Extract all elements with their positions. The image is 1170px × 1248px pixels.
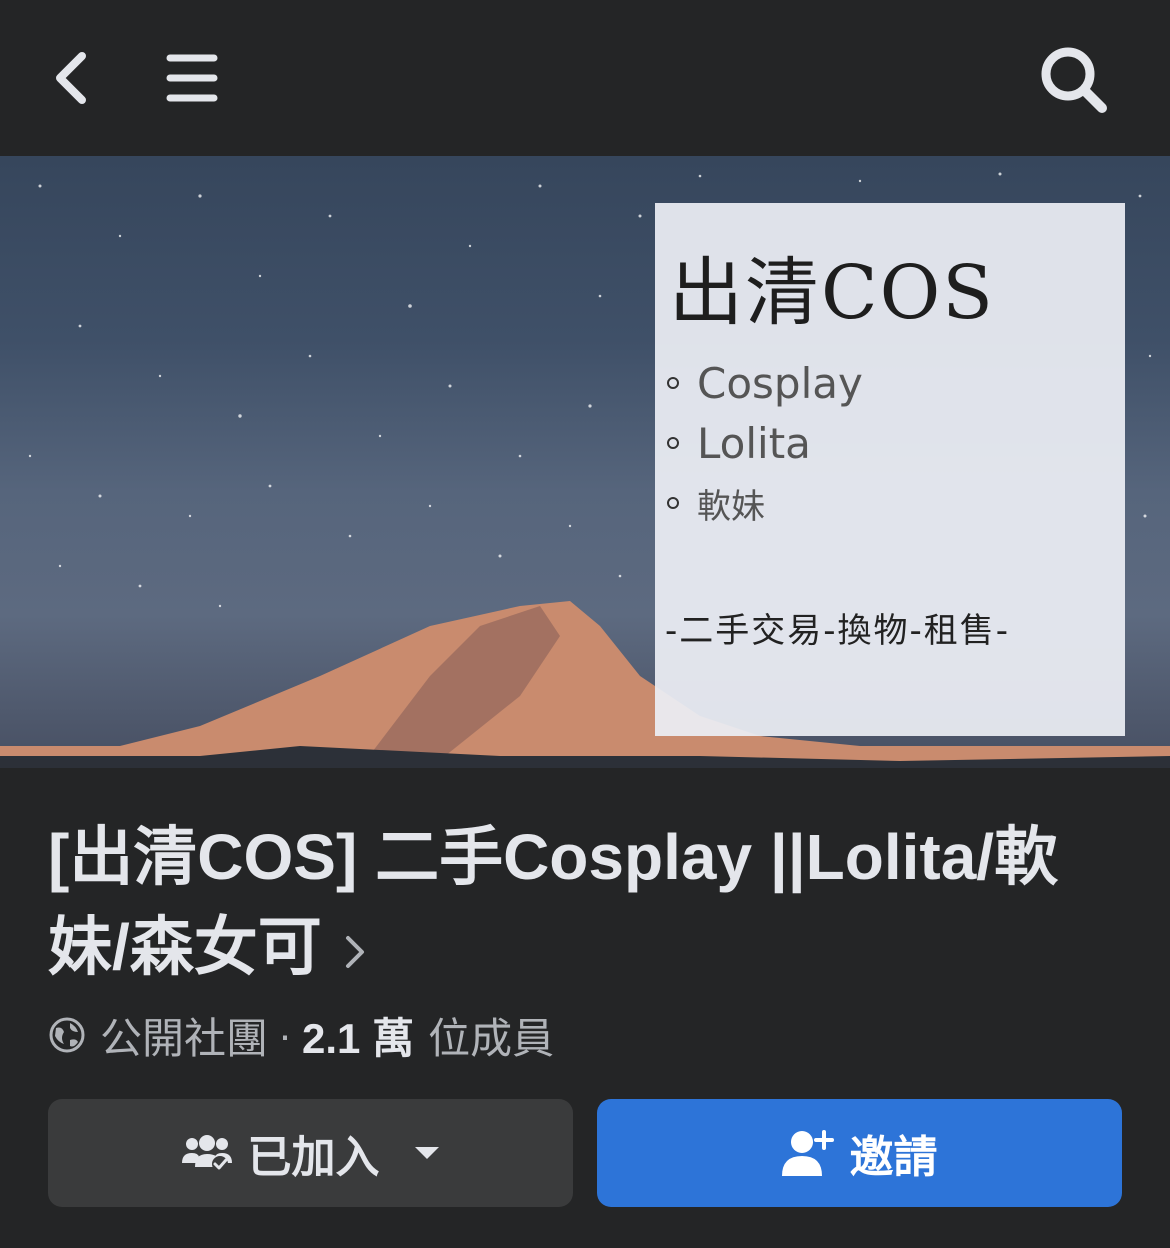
bullet-icon (667, 377, 679, 389)
group-cover-photo[interactable]: 出清COS Cosplay Lolita 軟妹 -二手交易-換物-租售- (0, 156, 1170, 768)
privacy-label: 公開社團 (100, 1014, 269, 1062)
member-suffix: 位成員 (428, 1014, 555, 1062)
globe-icon (49, 1017, 85, 1053)
chevron-left-icon[interactable] (44, 48, 100, 108)
invite-button[interactable]: 邀請 (597, 1099, 1122, 1207)
group-title: [出清COS] 二手Cosplay ||Lolita/軟妹/森女可 (48, 821, 1059, 983)
cover-title: 出清COS (669, 250, 995, 336)
caret-down-icon (414, 1147, 439, 1159)
bullet-icon (667, 497, 679, 509)
hamburger-menu-icon[interactable] (160, 50, 224, 106)
joined-label: 已加入 (247, 1133, 380, 1182)
add-person-icon (781, 1130, 834, 1176)
joined-button[interactable]: 已加入 (48, 1099, 573, 1207)
meta-separator: · (278, 1011, 293, 1058)
chevron-right-icon (345, 936, 364, 969)
members-check-icon (181, 1135, 232, 1172)
cover-list-item: Cosplay (667, 353, 863, 413)
cover-text-card: 出清COS Cosplay Lolita 軟妹 -二手交易-換物-租售- (655, 203, 1125, 736)
search-icon[interactable] (1036, 42, 1112, 118)
invite-label: 邀請 (849, 1133, 938, 1182)
cover-list-item: Lolita (667, 413, 863, 473)
cover-list-item: 軟妹 (667, 473, 863, 533)
bullet-icon (667, 437, 679, 449)
group-title-link[interactable]: [出清COS] 二手Cosplay ||Lolita/軟妹/森女可 (48, 812, 1108, 992)
group-meta: 公開社團 · 2.1 萬 位成員 (48, 1008, 554, 1062)
top-nav-bar (0, 0, 1170, 156)
cover-item-list: Cosplay Lolita 軟妹 (667, 353, 863, 533)
member-count: 2.1 萬 (302, 1014, 415, 1062)
cover-footer-text: -二手交易-換物-租售- (665, 611, 1011, 651)
